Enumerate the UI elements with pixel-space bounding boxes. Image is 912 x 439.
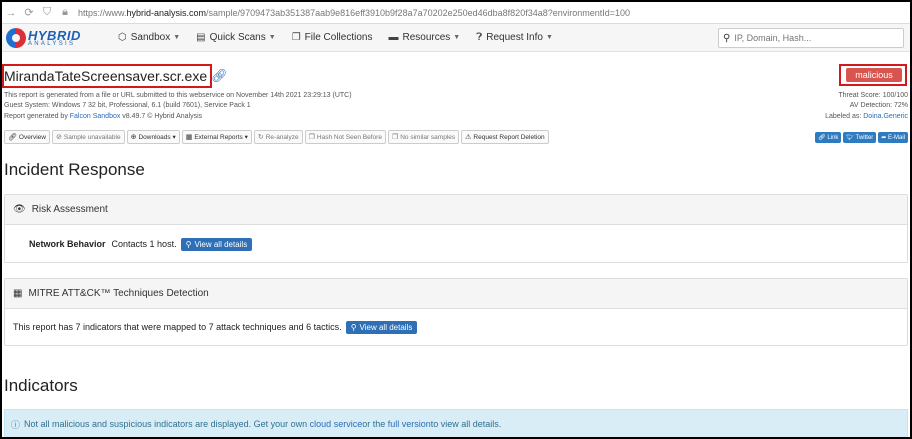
mitre-header[interactable]: ▦ MITRE ATT&CK™ Techniques Detection <box>5 279 907 309</box>
external-reports-button[interactable]: ▦ External Reports ▾ <box>181 130 252 144</box>
reload-icon[interactable]: ⟳ <box>20 6 38 19</box>
search-icon: ⚲ <box>723 32 731 44</box>
report-toolbar: 🔗︎ Overview ⊘ Sample unavailable ⊕ Download… <box>4 130 549 144</box>
warning-icon: ⚠ <box>465 134 472 141</box>
view-all-details-button[interactable]: ⚲ View all details <box>345 320 418 334</box>
nav-file-collections[interactable]: ❐ File Collections <box>292 32 373 43</box>
risk-assessment-header[interactable]: 👁︎ Risk Assessment <box>5 195 907 225</box>
table-icon: ▦ <box>13 288 23 299</box>
share-buttons: 🔗︎ Link 🐦︎ Twitter ➦ E-Mail <box>815 132 908 143</box>
av-detection: AV Detection: 72% <box>849 102 908 109</box>
caret-down-icon: ▼ <box>453 34 461 41</box>
incident-response-heading: Incident Response <box>4 160 145 179</box>
info-icon: ⓘ <box>11 419 21 430</box>
download-icon: ⊕ <box>130 134 137 141</box>
overview-button[interactable]: 🔗︎ Overview <box>4 130 50 144</box>
indicators-info-alert: ⓘ Not all malicious and suspicious indic… <box>4 409 908 437</box>
nav-quick-scans[interactable]: ▤ Quick Scans ▼ <box>196 32 276 43</box>
folder-icon: ▬ <box>388 32 399 43</box>
logo-text-analysis: ANALYSIS <box>28 40 76 47</box>
cloud-service-link[interactable]: cloud service <box>310 419 363 429</box>
permalink-icon[interactable]: 🔗︎ <box>211 68 228 84</box>
url-text[interactable]: https://www.hybrid-analysis.com/sample/9… <box>78 8 630 18</box>
network-behavior-value: Contacts 1 host. <box>111 239 177 249</box>
mitre-panel: ▦ MITRE ATT&CK™ Techniques Detection Thi… <box>4 278 908 346</box>
reanalyze-button[interactable]: ↻ Re-analyze <box>253 130 303 144</box>
search-input[interactable] <box>734 33 895 43</box>
verdict-badge: malicious <box>846 68 902 82</box>
report-icon: ▦ <box>185 134 193 141</box>
caret-down-icon: ▼ <box>545 34 553 41</box>
report-meta-generated-by: Report generated by Falcon Sandbox v8.49… <box>4 113 203 120</box>
shield-icon[interactable]: ⛉ <box>38 6 56 19</box>
link-icon: 🔗︎ <box>8 134 17 141</box>
eye-icon: 👁︎ <box>13 204 26 215</box>
report-filename: MirandaTateScreensaver.scr.exe 🔗︎ <box>4 68 228 84</box>
share-link-button[interactable]: 🔗︎ Link <box>815 132 842 143</box>
files-icon: ❐ <box>291 32 301 43</box>
nav-sandbox[interactable]: ⬡ Sandbox ▼ <box>118 32 180 43</box>
labeled-as-link[interactable]: Doina.Generic <box>863 113 908 120</box>
copy-icon: ❐ <box>308 134 315 141</box>
site-logo[interactable]: HYBRID ANALYSIS <box>6 27 106 48</box>
risk-assessment-panel: 👁︎ Risk Assessment Network Behavior Cont… <box>4 194 908 263</box>
threat-score: Threat Score: 100/100 <box>838 92 908 99</box>
no-similar-samples-button[interactable]: ❐ No similar samples <box>387 130 460 144</box>
labeled-as: Labeled as: Doina.Generic <box>825 113 908 120</box>
report-meta-submitted: This report is generated from a file or … <box>4 92 352 99</box>
forward-icon[interactable]: → <box>2 7 20 19</box>
cube-icon: ⬡ <box>118 32 127 43</box>
copy-icon: ❐ <box>391 134 399 141</box>
question-icon: ❓︎ <box>476 32 483 43</box>
search-icon: ⚲ <box>350 322 357 332</box>
lock-icon[interactable]: 🔒︎ <box>56 6 74 19</box>
refresh-icon: ↻ <box>257 134 264 141</box>
sample-unavailable-button[interactable]: ⊘ Sample unavailable <box>51 130 125 144</box>
network-behavior-label: Network Behavior <box>29 239 106 249</box>
mitre-summary-text: This report has 7 indicators that were m… <box>13 322 342 332</box>
address-bar: → ⟳ ⛉ 🔒︎ https://www.hybrid-analysis.com… <box>2 2 910 24</box>
indicators-heading: Indicators <box>4 376 78 395</box>
logo-mark-icon <box>6 27 26 48</box>
browser-window: → ⟳ ⛉ 🔒︎ https://www.hybrid-analysis.com… <box>2 2 910 437</box>
share-twitter-button[interactable]: 🐦︎ Twitter <box>843 132 877 143</box>
logo-text-hybrid: HYBRID <box>28 27 81 43</box>
search-icon: ⚲ <box>185 239 192 249</box>
search-box: ⚲ <box>718 28 904 48</box>
nav-request-info[interactable]: ❓︎ Request Info ▼ <box>476 32 553 43</box>
downloads-button[interactable]: ⊕ Downloads ▾ <box>126 130 180 144</box>
full-version-link[interactable]: full version <box>388 419 431 429</box>
caret-down-icon: ▼ <box>268 34 276 41</box>
request-deletion-button[interactable]: ⚠ Request Report Deletion <box>461 130 549 144</box>
caret-down-icon: ▼ <box>173 34 181 41</box>
main-nav: ⬡ Sandbox ▼ ▤ Quick Scans ▼ ❐ File Colle… <box>118 32 569 43</box>
report-header: MirandaTateScreensaver.scr.exe 🔗︎ This r… <box>2 52 910 147</box>
mitre-summary-row: This report has 7 indicators that were m… <box>5 309 907 345</box>
file-icon: ▤ <box>196 32 206 43</box>
network-behavior-row: Network Behavior Contacts 1 host. ⚲ View … <box>5 225 907 263</box>
site-header: HYBRID ANALYSIS ⬡ Sandbox ▼ ▤ Quick Scan… <box>2 24 910 52</box>
nav-resources[interactable]: ▬ Resources ▼ <box>388 32 460 43</box>
falcon-sandbox-link[interactable]: Falcon Sandbox <box>70 113 121 120</box>
share-email-button[interactable]: ➦ E-Mail <box>878 132 908 143</box>
hash-not-seen-button[interactable]: ❐ Hash Not Seen Before <box>304 130 386 144</box>
report-meta-guest-system: Guest System: Windows 7 32 bit, Professi… <box>4 102 251 109</box>
view-all-details-button[interactable]: ⚲ View all details <box>180 237 253 251</box>
ban-icon: ⊘ <box>55 134 62 141</box>
